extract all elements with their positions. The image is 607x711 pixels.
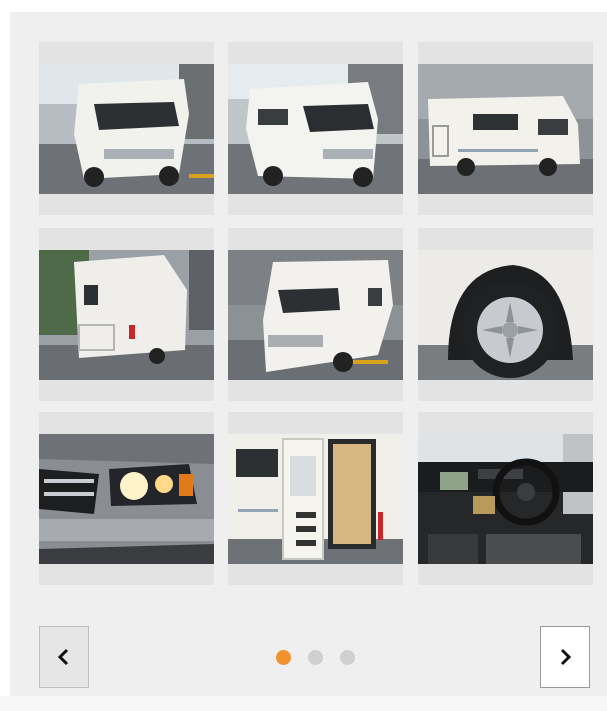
gallery-thumb-4[interactable] xyxy=(39,228,214,401)
gallery-thumb-9[interactable] xyxy=(418,412,593,585)
pagination-dot-1[interactable] xyxy=(276,650,291,665)
gallery-thumb-1[interactable] xyxy=(39,42,214,215)
gallery-thumb-5[interactable] xyxy=(228,228,403,401)
photo-wheel xyxy=(418,250,593,380)
gallery-thumb-3[interactable] xyxy=(418,42,593,215)
gallery-thumb-7[interactable] xyxy=(39,412,214,585)
photo-headlight xyxy=(39,434,214,564)
photo-entry-door xyxy=(228,434,403,564)
photo-front-right xyxy=(228,64,403,194)
photo-rear xyxy=(39,250,214,380)
next-button[interactable] xyxy=(540,626,590,688)
photo-front-angle xyxy=(228,250,403,380)
photo-front-left xyxy=(39,64,214,194)
gallery-thumb-6[interactable] xyxy=(418,228,593,401)
pagination-dot-2[interactable] xyxy=(308,650,323,665)
pagination-dots xyxy=(276,650,355,665)
photo-dashboard xyxy=(418,434,593,564)
gallery-thumb-2[interactable] xyxy=(228,42,403,215)
gallery-thumb-8[interactable] xyxy=(228,412,403,585)
chevron-left-icon xyxy=(57,648,69,666)
page-footer-strip xyxy=(0,696,607,711)
prev-button[interactable] xyxy=(39,626,89,688)
chevron-right-icon xyxy=(560,648,572,666)
pagination-dot-3[interactable] xyxy=(340,650,355,665)
photo-side xyxy=(418,64,593,194)
